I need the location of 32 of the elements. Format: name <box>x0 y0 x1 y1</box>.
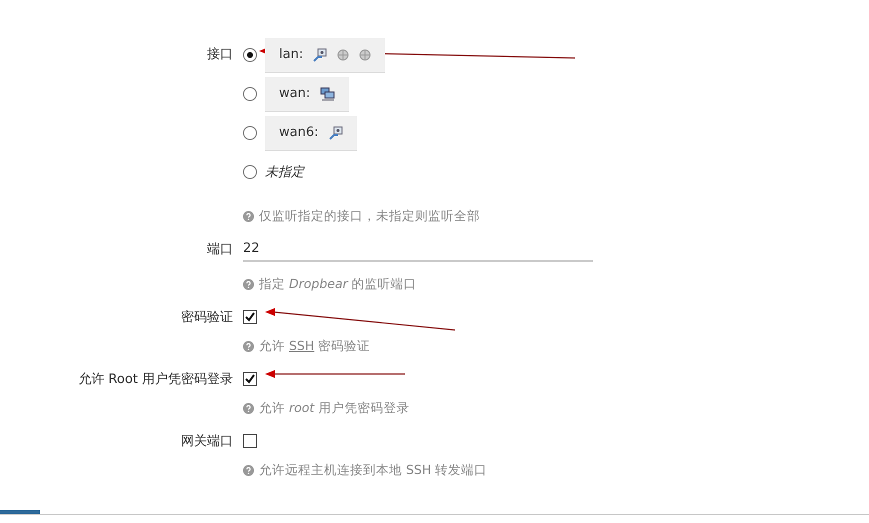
network-adapter-icon <box>328 126 342 140</box>
field-label: 接口 <box>206 46 233 64</box>
radio-button[interactable] <box>243 126 257 140</box>
help-icon <box>243 465 254 476</box>
network-adapter-icon <box>313 48 328 62</box>
interface-name: lan: <box>279 47 304 62</box>
ssh-link[interactable]: SSH <box>288 338 314 353</box>
field-label: 密码验证 <box>180 309 233 327</box>
interface-name: wan6: <box>279 125 318 140</box>
hint-text: 允许 SSH 密码验证 <box>259 338 370 355</box>
hint-text: 仅监听指定的接口，未指定则监听全部 <box>259 208 480 225</box>
field-label: 端口 <box>206 241 233 259</box>
field-label: 允许 Root 用户凭密码登录 <box>77 371 233 389</box>
globe-icon <box>337 48 350 60</box>
help-icon <box>243 341 254 352</box>
computers-icon <box>320 86 336 100</box>
radio-button[interactable] <box>243 48 257 62</box>
interface-name: wan: <box>279 86 310 101</box>
checkbox[interactable] <box>243 310 257 324</box>
hint-text: 允许 root 用户凭密码登录 <box>259 400 410 417</box>
option-label: 未指定 <box>265 164 304 181</box>
help-icon <box>243 403 254 414</box>
radio-button[interactable] <box>243 165 257 179</box>
radio-button[interactable] <box>243 87 257 101</box>
hint-text: 指定 Dropbear 的监听端口 <box>259 276 417 293</box>
field-label: 网关端口 <box>180 433 233 451</box>
checkbox[interactable] <box>243 434 257 448</box>
globe-icon <box>359 48 372 60</box>
checkbox[interactable] <box>243 372 257 386</box>
hint-text: 允许远程主机连接到本地 SSH 转发端口 <box>259 462 488 479</box>
help-icon <box>243 279 254 290</box>
help-icon <box>243 211 254 222</box>
